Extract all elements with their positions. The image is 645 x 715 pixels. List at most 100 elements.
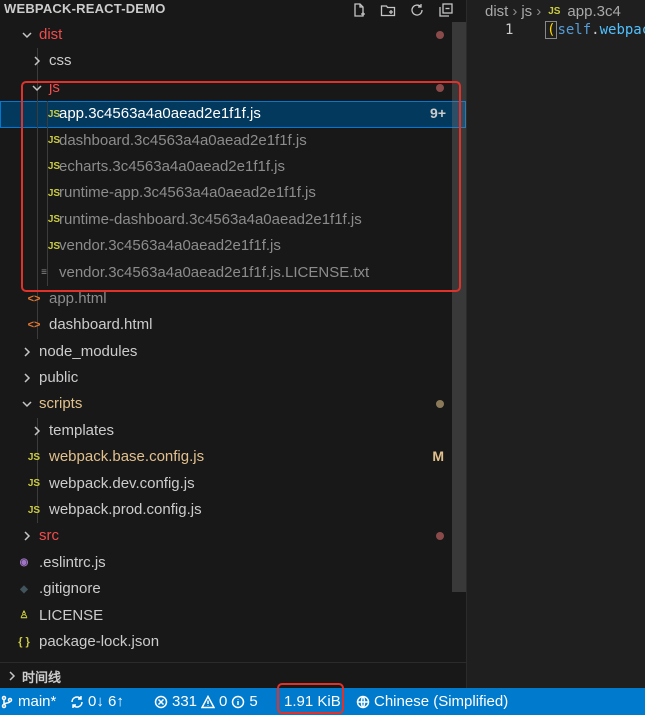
- file-size-status[interactable]: 1.91 KiB: [284, 688, 341, 715]
- warning-count: 0: [219, 693, 228, 710]
- file-row[interactable]: JS runtime-dashboard.3c4563a4a0aead2e1f1f…: [0, 206, 466, 234]
- file-row[interactable]: { } package-lock.json: [0, 629, 466, 655]
- branch-name: main*: [18, 693, 57, 710]
- git-status-dot: [436, 400, 444, 409]
- code-property: webpac: [599, 22, 645, 38]
- file-label: echarts.3c4563a4a0aead2e1f1f.js: [59, 157, 286, 175]
- file-row[interactable]: JS vendor.3c4563a4a0aead2e1f1f.js: [0, 233, 466, 260]
- timeline-section[interactable]: 时间线: [0, 662, 466, 688]
- folder-row[interactable]: src: [0, 523, 466, 549]
- file-row[interactable]: JS app.3c4563a4a0aead2e1f1f.js 9+: [0, 101, 466, 128]
- info-icon: [232, 695, 245, 708]
- folder-row[interactable]: scripts: [0, 391, 466, 417]
- file-row[interactable]: JS echarts.3c4563a4a0aead2e1f1f.js: [0, 153, 466, 181]
- file-label: package-lock.json: [39, 632, 160, 650]
- folder-row[interactable]: js: [0, 74, 466, 102]
- file-size: 1.91 KiB: [284, 693, 341, 710]
- file-label: .eslintrc.js: [39, 553, 106, 571]
- git-branch-icon: [1, 695, 13, 708]
- code-keyword: self: [557, 22, 592, 38]
- file-row[interactable]: JS webpack.base.config.js M: [0, 444, 466, 471]
- explorer-title: WEBPACK-REACT-DEMO: [4, 1, 166, 16]
- explorer-actions: [349, 0, 456, 20]
- chevron-down-icon: [21, 398, 33, 410]
- chevron-right-icon: [31, 55, 43, 67]
- status-bar: main* 0↓ 6↑ 331 0 5 1.91 KiB Chinese (Si…: [0, 688, 645, 715]
- file-row[interactable]: <> dashboard.html: [0, 312, 466, 339]
- js-file-icon: JS: [548, 5, 561, 17]
- new-folder-icon[interactable]: [378, 0, 398, 20]
- git-icon: ◆: [20, 583, 28, 595]
- chevron-right-icon: [6, 670, 18, 682]
- file-label: vendor.3c4563a4a0aead2e1f1f.js: [59, 237, 281, 255]
- indent-guide: [37, 233, 38, 260]
- file-row[interactable]: <> app.html: [0, 285, 466, 313]
- indent-guide: [37, 101, 38, 128]
- folder-label: js: [49, 78, 60, 96]
- folder-row[interactable]: public: [0, 365, 466, 391]
- editor-pane: dist › js › JS app.3c4 1 (self.webpac: [466, 0, 645, 688]
- file-row[interactable]: JS webpack.prod.config.js: [0, 497, 466, 524]
- breadcrumb-item[interactable]: js: [521, 3, 532, 20]
- new-file-icon[interactable]: [349, 0, 369, 20]
- problems-status[interactable]: 331 0 5: [154, 688, 258, 715]
- language-name: Chinese (Simplified): [374, 693, 509, 710]
- modified-badge: M: [432, 448, 444, 465]
- chevron-right-icon: ›: [512, 2, 518, 20]
- file-row[interactable]: ≡ vendor.3c4563a4a0aead2e1f1f.js.LICENSE.…: [0, 259, 466, 286]
- sync-status[interactable]: 0↓ 6↑: [70, 688, 124, 715]
- code-dot: .: [591, 22, 600, 38]
- breadcrumb-item[interactable]: app.3c4: [567, 3, 620, 20]
- text-file-icon: ≡: [41, 267, 47, 279]
- sync-counts: 0↓ 6↑: [88, 693, 124, 710]
- breadcrumb-item[interactable]: dist: [485, 3, 508, 20]
- file-row[interactable]: JS dashboard.3c4563a4a0aead2e1f1f.js: [0, 127, 466, 154]
- license-icon: ♙: [19, 610, 29, 622]
- indent-guide: [37, 206, 38, 234]
- language-status[interactable]: Chinese (Simplified): [356, 688, 508, 715]
- file-label: LICENSE: [39, 606, 104, 624]
- timeline-label: 时间线: [22, 670, 62, 685]
- file-row[interactable]: ◆ .gitignore: [0, 576, 466, 602]
- code-paren: (: [545, 21, 558, 39]
- folder-label: css: [49, 52, 72, 70]
- chevron-right-icon: [31, 425, 43, 437]
- explorer-header: WEBPACK-REACT-DEMO: [0, 0, 466, 22]
- explorer-sidebar: WEBPACK-REACT-DEMO dist css js JS app.3c4563…: [0, 0, 466, 688]
- json-file-icon: { }: [18, 635, 30, 648]
- git-status-dot: [436, 532, 444, 541]
- file-row[interactable]: JS runtime-app.3c4563a4a0aead2e1f1f.js: [0, 180, 466, 207]
- folder-row[interactable]: dist: [0, 22, 466, 48]
- error-count: 331: [172, 693, 198, 710]
- folder-row[interactable]: templates: [0, 417, 466, 445]
- folder-label: scripts: [39, 395, 83, 413]
- folder-label: src: [39, 527, 59, 545]
- code-line[interactable]: (self.webpac: [545, 21, 645, 39]
- folder-label: node_modules: [39, 342, 138, 360]
- chevron-right-icon: [21, 530, 33, 542]
- refresh-icon[interactable]: [407, 0, 427, 20]
- git-status-dot: [436, 83, 444, 92]
- line-number: 1: [505, 22, 514, 38]
- file-label: vendor.3c4563a4a0aead2e1f1f.js.LICENSE.t…: [59, 263, 370, 281]
- folder-label: public: [39, 369, 79, 387]
- file-label: dashboard.3c4563a4a0aead2e1f1f.js: [59, 131, 307, 149]
- folder-row[interactable]: node_modules: [0, 339, 466, 365]
- indent-guide: [37, 127, 38, 154]
- scrollbar[interactable]: [452, 22, 466, 592]
- file-row[interactable]: JS webpack.dev.config.js: [0, 470, 466, 498]
- indent-guide: [37, 180, 38, 207]
- problems-badge: 9+: [430, 105, 446, 122]
- warning-icon: [201, 694, 216, 708]
- file-label: app.3c4563a4a0aead2e1f1f.js: [59, 105, 261, 123]
- collapse-all-icon[interactable]: [436, 0, 456, 20]
- file-label: .gitignore: [39, 580, 101, 598]
- branch-status[interactable]: main*: [0, 688, 56, 715]
- file-label: runtime-dashboard.3c4563a4a0aead2e1f1f.j…: [59, 210, 362, 228]
- folder-row[interactable]: css: [0, 48, 466, 75]
- html-file-icon: <>: [27, 319, 41, 332]
- file-row[interactable]: ◉ .eslintrc.js: [0, 550, 466, 576]
- folder-label: templates: [49, 421, 115, 439]
- file-row[interactable]: ♙ LICENSE: [0, 603, 466, 629]
- folder-label: dist: [39, 26, 63, 43]
